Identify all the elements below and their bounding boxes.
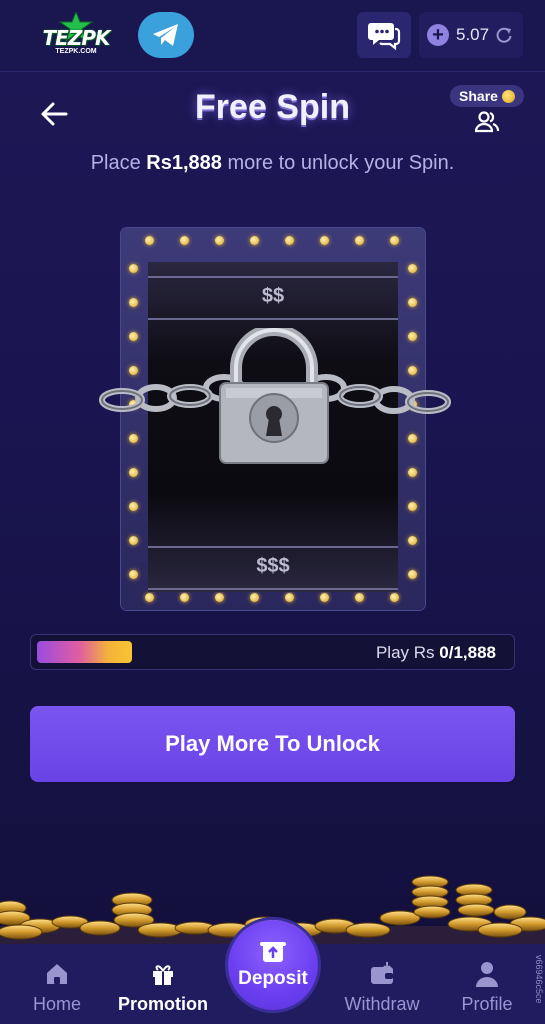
marquee-bulb [129,502,138,511]
marquee-bulb [129,536,138,545]
marquee-bulb [215,593,224,602]
add-funds-icon[interactable]: + [427,24,449,46]
top-reel-label: $$ [261,285,285,307]
telegram-button[interactable] [138,12,194,58]
marquee-bulb [355,593,364,602]
telegram-icon [153,24,178,46]
unlock-instruction: Place Rs1,888 more to unlock your Spin. [0,152,545,182]
marquee-bulb [145,236,154,245]
required-amount: 1,888 [171,152,222,174]
marquee-bulb [215,236,224,245]
nav-profile-label: Profile [461,994,513,1014]
wallet-icon [371,962,393,984]
marquee-bulb [390,593,399,602]
balance-box[interactable]: + 5.07 [419,12,523,58]
nav-profile[interactable]: Profile [452,944,522,1024]
profile-icon [476,962,498,987]
bottom-reel-label: $$$ [256,555,290,577]
marquee-bulb [285,593,294,602]
marquee-bulb [129,264,138,273]
version-label: v66946c5ce [534,955,544,1004]
balance-value: 5.07 [456,25,490,44]
marquee-bulb [408,502,417,511]
padlock-icon [99,328,451,464]
marquee-bulb [180,593,189,602]
marquee-bulb [408,264,417,273]
marquee-bulb [129,468,138,477]
play-more-to-unlock-button[interactable]: Play More To Unlock [30,706,515,782]
progress-label: Play Rs 0/1,888 [376,642,496,664]
nav-home[interactable]: Home [22,944,92,1024]
back-arrow-icon[interactable] [38,98,70,130]
marquee-bulb [408,298,417,307]
marquee-bulb [250,236,259,245]
marquee-bulb [320,593,329,602]
reel-divider [148,318,398,320]
reel-divider [148,546,398,548]
gift-icon [153,965,173,985]
nav-promotion[interactable]: Promotion [108,944,218,1024]
marquee-bulb [390,236,399,245]
reel-divider [148,588,398,590]
users-icon[interactable] [473,110,501,134]
instruction-prefix: Place [90,152,141,174]
home-icon [47,964,67,984]
share-badge[interactable]: Share [450,85,524,107]
marquee-bulb [129,570,138,579]
marquee-bulb [145,593,154,602]
marquee-bulb [180,236,189,245]
marquee-bulb [320,236,329,245]
reel-divider [148,276,398,278]
marquee-bulb [129,298,138,307]
progress-label-prefix: Play Rs [375,643,435,662]
chat-icon [368,23,401,51]
page-title: Free Spin [195,88,350,126]
instruction-suffix: more to unlock your Spin. [227,152,455,174]
progress-value: 0/1,888 [439,643,496,662]
top-bar: TEZPK TEZPK.COM + 5.07 [0,0,545,72]
chat-button[interactable] [357,12,411,58]
currency-label: Rs [146,152,172,174]
marquee-bulb [355,236,364,245]
wager-progress-bar: Play Rs 0/1,888 [30,634,515,670]
share-label: Share [459,88,498,104]
logo-subtext: TEZPK.COM [55,48,97,55]
nav-withdraw-label: Withdraw [344,994,420,1014]
marquee-bulb [408,468,417,477]
marquee-bulb [408,570,417,579]
deposit-icon [260,942,286,962]
nav-promotion-label: Promotion [118,994,208,1014]
marquee-bulb [285,236,294,245]
refresh-icon[interactable] [495,26,513,44]
nav-withdraw[interactable]: Withdraw [334,944,430,1024]
nav-home-label: Home [32,994,81,1014]
logo-text: TEZPK [42,26,111,50]
marquee-bulb [250,593,259,602]
deposit-button[interactable]: Deposit [228,920,318,1010]
marquee-bulb [408,536,417,545]
brand-logo[interactable]: TEZPK TEZPK.COM [40,12,112,58]
progress-fill [37,641,132,663]
coin-icon [501,89,515,103]
deposit-label: Deposit [238,968,308,989]
